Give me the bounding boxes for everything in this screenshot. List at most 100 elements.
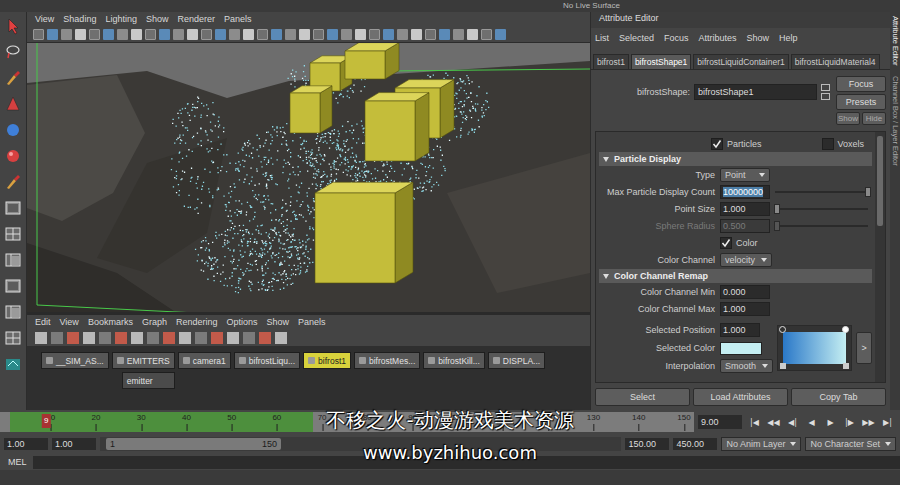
- toolbar-icon[interactable]: [369, 29, 380, 40]
- scrollbar[interactable]: [875, 132, 885, 382]
- menu-item[interactable]: Panels: [224, 13, 252, 25]
- collider-box[interactable]: [365, 93, 429, 161]
- side-tab[interactable]: Attribute Editor: [891, 16, 900, 66]
- range-track[interactable]: 1150: [100, 437, 621, 451]
- toolbar-icon[interactable]: [147, 332, 159, 344]
- toolbar-icon[interactable]: [117, 29, 128, 40]
- ramp-stop[interactable]: [779, 326, 786, 333]
- ramp-stop-handle[interactable]: [780, 363, 786, 369]
- section-header[interactable]: Color Channel Remap: [599, 269, 872, 283]
- menu-item[interactable]: Show: [146, 13, 169, 25]
- position-field[interactable]: 1.000: [720, 323, 760, 337]
- menu-item[interactable]: Selected: [619, 32, 654, 44]
- toolbar-icon[interactable]: [243, 332, 255, 344]
- menu-item[interactable]: Options: [226, 316, 257, 328]
- menu-item[interactable]: Help: [779, 32, 798, 44]
- toolbar-icon[interactable]: [163, 332, 175, 344]
- toolbar-icon[interactable]: [51, 332, 63, 344]
- range-end-field[interactable]: 450.00: [673, 438, 717, 450]
- display-toggle[interactable]: Particles: [711, 138, 762, 150]
- timeline-track[interactable]: 1020304050607080901001101201301401509: [0, 412, 694, 432]
- toolbar-icon[interactable]: [411, 29, 422, 40]
- attribute-dropdown[interactable]: velocity: [720, 253, 772, 267]
- toolbar-icon[interactable]: [425, 29, 436, 40]
- attribute-field[interactable]: 1.000: [720, 202, 770, 216]
- toolbar-icon[interactable]: [99, 332, 111, 344]
- toolbar-icon[interactable]: [215, 29, 226, 40]
- live-surface-label[interactable]: No Live Surface: [563, 1, 620, 11]
- menu-item[interactable]: Bookmarks: [88, 316, 133, 328]
- interpolation-dropdown[interactable]: Smooth: [720, 359, 773, 373]
- character-set-dropdown[interactable]: No Character Set: [805, 437, 896, 451]
- menu-item[interactable]: Show: [266, 316, 289, 328]
- menu-item[interactable]: Show: [747, 32, 770, 44]
- toolbar-icon[interactable]: [271, 29, 282, 40]
- node-tab[interactable]: __SIM_AS...: [41, 352, 109, 369]
- soft-mod-icon[interactable]: [3, 172, 23, 192]
- node-tab[interactable]: DISPLA...: [488, 352, 545, 369]
- playback-button[interactable]: ◀|: [784, 418, 801, 427]
- range-end-field[interactable]: 150.00: [625, 438, 669, 450]
- graph-layout-icon[interactable]: [3, 302, 23, 322]
- playback-button[interactable]: ▶: [822, 418, 839, 427]
- toolbar-icon[interactable]: [47, 29, 58, 40]
- node-tab[interactable]: bifrostLiquidContainer1: [693, 54, 788, 69]
- output-connection-icon[interactable]: [821, 93, 830, 100]
- toolbar-icon[interactable]: [35, 332, 47, 344]
- toolbar-icon[interactable]: [159, 29, 170, 40]
- side-tab[interactable]: Channel Box / Layer Editor: [891, 76, 900, 166]
- toolbar-icon[interactable]: [227, 332, 239, 344]
- footer-button[interactable]: Copy Tab: [791, 388, 886, 406]
- menu-item[interactable]: Lighting: [105, 13, 137, 25]
- menu-item[interactable]: View: [60, 316, 79, 328]
- toolbar-icon[interactable]: [383, 29, 394, 40]
- menu-item[interactable]: List: [595, 32, 609, 44]
- small-button[interactable]: Show: [836, 112, 860, 125]
- toolbar-icon[interactable]: [313, 29, 324, 40]
- toolbar-icon[interactable]: [439, 29, 450, 40]
- lasso-icon[interactable]: [3, 42, 23, 62]
- toolbar-icon[interactable]: [229, 29, 240, 40]
- toolbar-icon[interactable]: [201, 29, 212, 40]
- ramp-gradient[interactable]: [783, 332, 846, 364]
- menu-item[interactable]: Shading: [63, 13, 96, 25]
- panel-button[interactable]: Focus: [836, 76, 886, 92]
- node-tab[interactable]: EMITTERS: [112, 352, 175, 369]
- toolbar-icon[interactable]: [453, 29, 464, 40]
- toolbar-icon[interactable]: [83, 332, 95, 344]
- input-connection-icon[interactable]: [821, 84, 830, 91]
- toolbar-icon[interactable]: [243, 29, 254, 40]
- node-tab[interactable]: bifrostShape1: [631, 54, 691, 69]
- toolbar-icon[interactable]: [211, 332, 223, 344]
- node-tab[interactable]: camera1: [178, 352, 231, 369]
- toolbar-icon[interactable]: [341, 29, 352, 40]
- node-tab[interactable]: bifrostLiquidMaterial4: [791, 54, 880, 69]
- toolbar-icon[interactable]: [145, 29, 156, 40]
- node-tab[interactable]: bifrostKill...: [423, 352, 485, 369]
- panel-button[interactable]: Presets: [836, 94, 886, 110]
- toolbar-icon[interactable]: [33, 29, 44, 40]
- node-graph[interactable]: __SIM_AS...EMITTERS emittercamera1 bifrost…: [27, 346, 590, 410]
- attribute-slider[interactable]: [775, 204, 868, 214]
- toolbar-icon[interactable]: [187, 29, 198, 40]
- toolbar-icon[interactable]: [195, 332, 207, 344]
- viewport-canvas[interactable]: [27, 42, 590, 312]
- node-tab[interactable]: bifrost1: [303, 352, 351, 369]
- collider-box[interactable]: [345, 43, 399, 79]
- current-frame-marker[interactable]: 9: [42, 414, 50, 428]
- attribute-checkbox[interactable]: Color: [720, 237, 758, 249]
- toolbar-icon[interactable]: [467, 29, 478, 40]
- child-node[interactable]: emitter: [122, 372, 175, 389]
- toolbar-icon[interactable]: [75, 29, 86, 40]
- toolbar-icon[interactable]: [495, 29, 506, 40]
- anim-layer-dropdown[interactable]: No Anim Layer: [721, 437, 801, 451]
- footer-button[interactable]: Select: [595, 388, 690, 406]
- shape-name-field[interactable]: bifrostShape1: [694, 84, 817, 100]
- playback-button[interactable]: ◀: [803, 418, 820, 427]
- toolbar-icon[interactable]: [259, 332, 271, 344]
- menu-item[interactable]: Attributes: [699, 32, 737, 44]
- range-start-field[interactable]: 1.00: [52, 438, 96, 450]
- toolbar-icon[interactable]: [67, 332, 79, 344]
- toolbar-icon[interactable]: [275, 332, 287, 344]
- expand-ramp-button[interactable]: >: [856, 332, 872, 364]
